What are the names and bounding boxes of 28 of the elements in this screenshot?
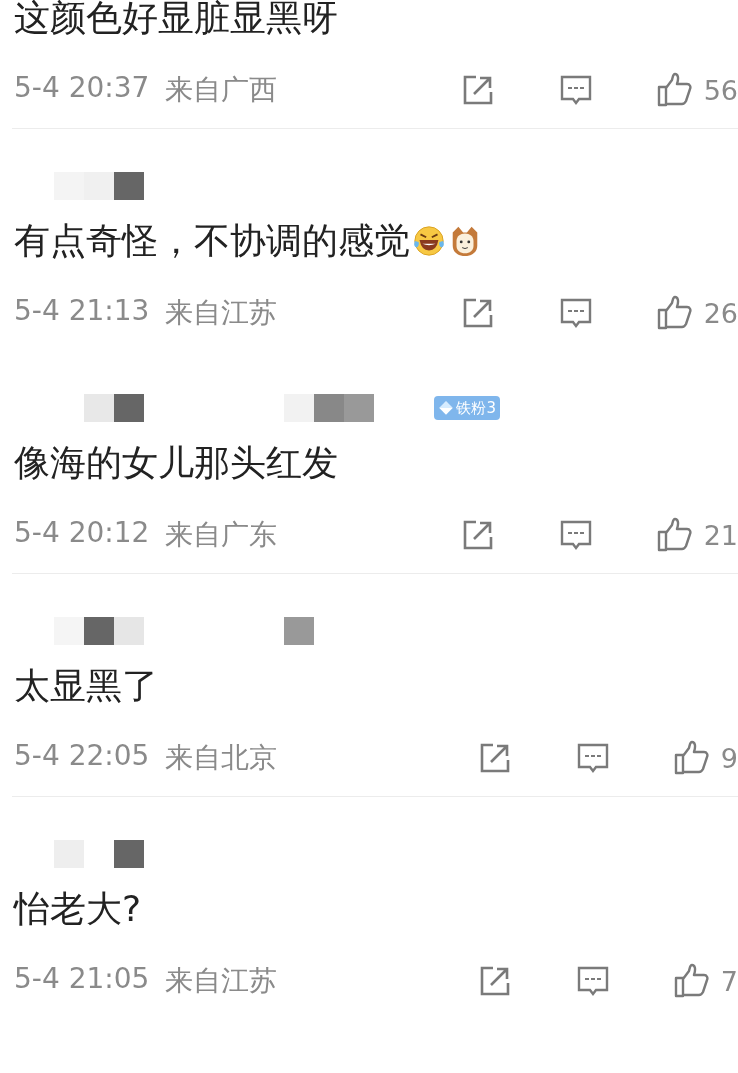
laughing-tears-emoji bbox=[412, 224, 446, 258]
comment-time: 5-4 22:05 bbox=[14, 739, 150, 774]
comment-text: 太显黑了 bbox=[14, 664, 158, 708]
comment-text: 有点奇怪，不协调的感觉 bbox=[14, 219, 410, 263]
like-count: 7 bbox=[720, 965, 738, 997]
comment-location: 来自江苏 bbox=[165, 963, 278, 999]
comment-location: 来自北京 bbox=[165, 740, 278, 776]
thumbs-up-icon[interactable] bbox=[655, 295, 692, 331]
comment-location: 来自江苏 bbox=[165, 295, 278, 331]
comment-location: 来自广东 bbox=[165, 517, 278, 553]
comment-time: 5-4 21:13 bbox=[14, 294, 150, 329]
comment-text: 像海的女儿那头红发 bbox=[14, 441, 338, 485]
diamond-icon bbox=[438, 400, 455, 416]
thumbs-up-icon[interactable] bbox=[672, 963, 709, 999]
like-count: 56 bbox=[703, 74, 738, 106]
like-count: 21 bbox=[703, 519, 738, 551]
like-count: 26 bbox=[703, 297, 738, 329]
comment-time: 5-4 20:12 bbox=[14, 516, 150, 551]
pixelated-name-drawing bbox=[284, 617, 314, 645]
like-count: 9 bbox=[720, 742, 738, 774]
comment-time: 5-4 21:05 bbox=[14, 962, 150, 997]
comment-location: 来自广西 bbox=[165, 72, 278, 108]
thumbs-up-icon[interactable] bbox=[655, 72, 692, 108]
thumbs-up-icon[interactable] bbox=[655, 517, 692, 553]
thumbs-up-icon[interactable] bbox=[672, 740, 709, 776]
comment-time: 5-4 20:37 bbox=[14, 71, 150, 106]
fan-badge: 铁粉3 bbox=[434, 396, 500, 420]
comment-text: 怡老大? bbox=[14, 887, 142, 931]
